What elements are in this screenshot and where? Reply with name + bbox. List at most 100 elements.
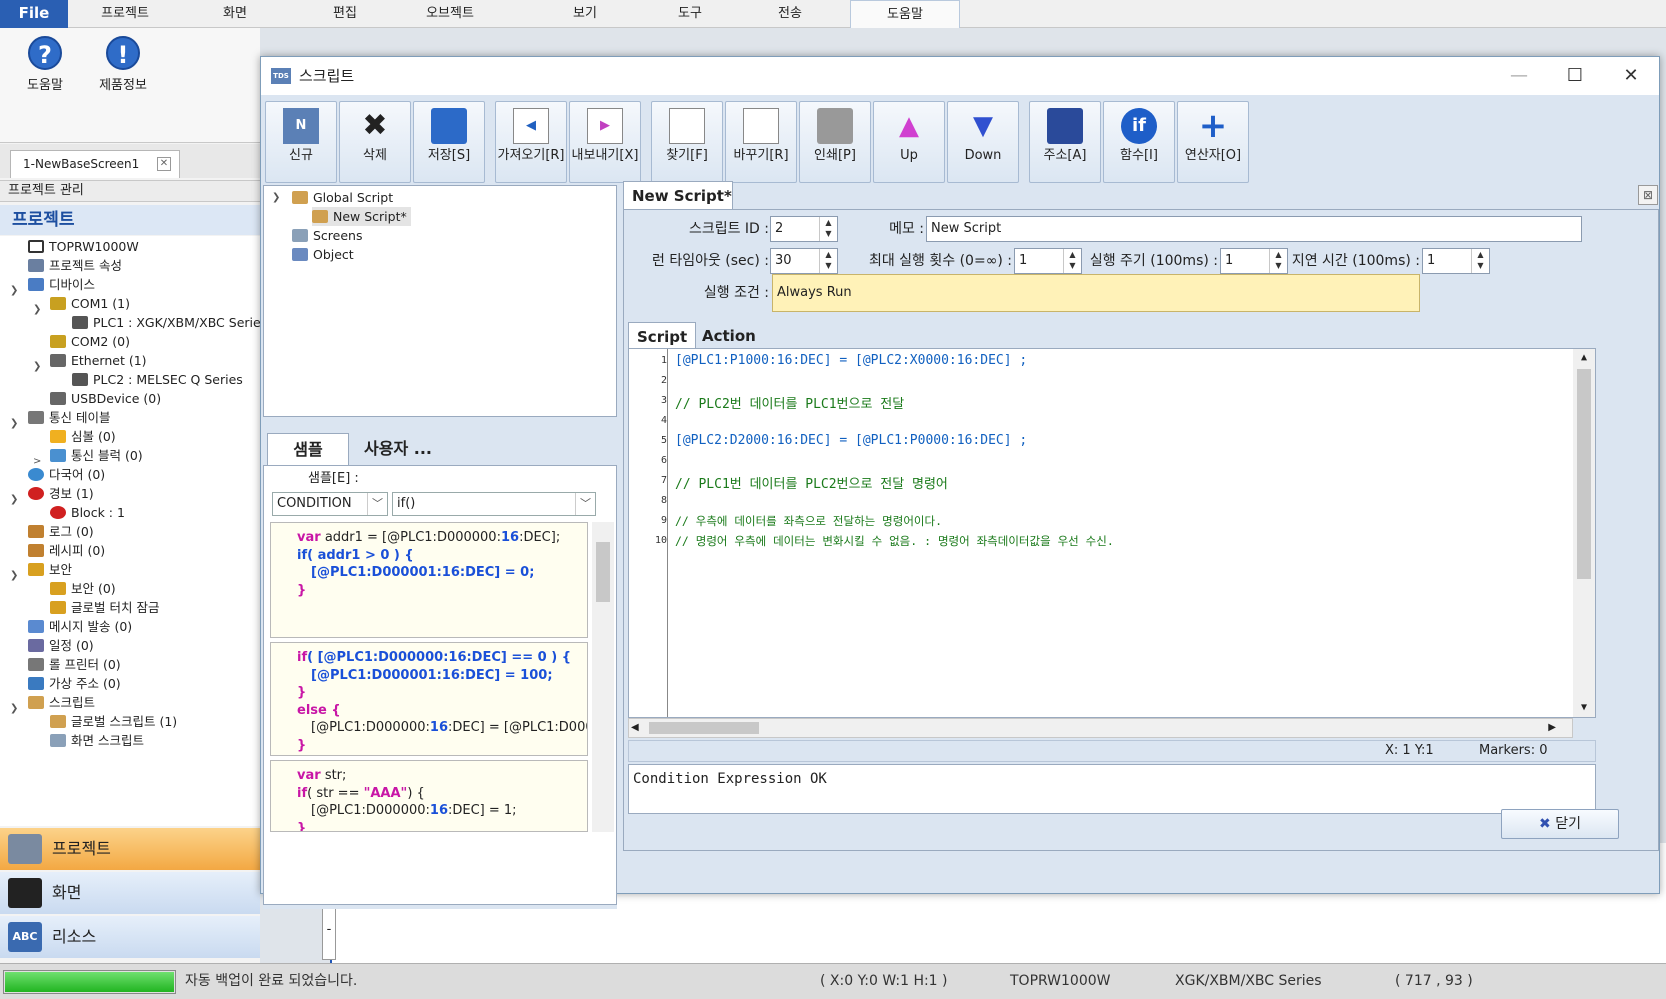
delete-button[interactable]: ✖ 삭제 — [339, 101, 411, 183]
tree-item-alarm[interactable]: 경보 (1) — [28, 484, 94, 503]
tree-item-usb[interactable]: USBDevice (0) — [50, 389, 161, 408]
tree-item-global-script[interactable]: 글로벌 스크립트 (1) — [50, 712, 177, 731]
scroll-thumb[interactable] — [1577, 369, 1591, 579]
nav-resource[interactable]: ABC 리소스 — [0, 916, 260, 958]
tree-item-script[interactable]: 스크립트 — [28, 693, 95, 712]
editor-horizontal-scrollbar[interactable]: ◀ ▶ — [628, 718, 1573, 738]
spinner-icon[interactable]: ▲ ▼ — [1063, 249, 1081, 273]
new-button[interactable]: N 신규 — [265, 101, 337, 183]
tree-item-log[interactable]: 로그 (0) — [28, 522, 94, 541]
tree-item-roll-printer[interactable]: 롤 프린터 (0) — [28, 655, 121, 674]
tree-item-screen-script[interactable]: 화면 스크립트 — [50, 731, 144, 750]
spinner-icon[interactable]: ▲ ▼ — [1471, 249, 1489, 273]
maximize-button[interactable]: ☐ — [1547, 57, 1603, 95]
export-button[interactable]: ▶ 내보내기[X] — [569, 101, 641, 183]
up-button[interactable]: ▲ Up — [873, 101, 945, 183]
save-button[interactable]: 저장[S] — [413, 101, 485, 183]
menu-object[interactable]: 오브젝트 — [410, 0, 490, 28]
tree-item-com1[interactable]: COM1 (1) — [50, 294, 130, 313]
menu-view[interactable]: 보기 — [555, 0, 615, 28]
editor-vertical-scrollbar[interactable]: ▲ ▼ — [1573, 349, 1595, 717]
tab-new-script[interactable]: New Script* — [623, 181, 733, 211]
tree-item-multilang[interactable]: 다국어 (0) — [28, 465, 105, 484]
tree-item-ethernet[interactable]: Ethernet (1) — [50, 351, 147, 370]
import-button[interactable]: ◀ 가져오기[R] — [495, 101, 567, 183]
spinner-icon[interactable]: ▲ ▼ — [819, 249, 837, 273]
scroll-thumb[interactable] — [649, 722, 759, 734]
code-editor[interactable]: 1 2 3 4 5 6 7 8 9 10 [@PLC1:P1000:16:DEC… — [628, 348, 1596, 718]
tree-object[interactable]: Object — [292, 245, 354, 264]
minimize-button[interactable]: — — [1491, 57, 1547, 95]
collapse-handle[interactable]: - — [322, 900, 336, 960]
tree-item-device[interactable]: 디바이스 — [28, 275, 95, 294]
menu-tools[interactable]: 도구 — [660, 0, 720, 28]
scroll-left-icon[interactable]: ◀ — [631, 719, 639, 737]
close-editor-icon[interactable]: ⊠ — [1638, 185, 1658, 205]
memo-field[interactable]: New Script — [926, 216, 1582, 242]
operator-button[interactable]: + 연산자[O] — [1177, 101, 1249, 183]
close-icon[interactable]: ✕ — [157, 157, 171, 171]
tree-item-plc1[interactable]: PLC1 : XGK/XBM/XBC Series — [72, 313, 267, 332]
screen-tab[interactable]: 1-NewBaseScreen1 ✕ — [10, 150, 180, 178]
help-button[interactable]: ? 도움말 — [10, 36, 80, 93]
tab-user[interactable]: 사용자 ... — [353, 433, 443, 465]
tree-new-script[interactable]: New Script* — [312, 207, 411, 226]
script-id-field[interactable]: 2 ▲ ▼ — [770, 216, 838, 242]
period-field[interactable]: 1 ▲ ▼ — [1220, 248, 1288, 274]
tree-item-alarm-block[interactable]: Block : 1 — [50, 503, 125, 522]
menu-project[interactable]: 프로젝트 — [90, 0, 160, 28]
tree-item-schedule[interactable]: 일정 (0) — [28, 636, 94, 655]
tree-item-topr[interactable]: TOPRW1000W — [28, 237, 139, 256]
address-button[interactable]: 주소[A] — [1029, 101, 1101, 183]
file-menu[interactable]: File — [0, 0, 68, 28]
tree-item-project-properties[interactable]: 프로젝트 속성 — [28, 256, 122, 275]
tree-item-virtual-address[interactable]: 가상 주소 (0) — [28, 674, 121, 693]
scroll-down-icon[interactable]: ▼ — [1573, 699, 1595, 717]
find-button[interactable]: 찾기[F] — [651, 101, 723, 183]
down-button[interactable]: ▼ Down — [947, 101, 1019, 183]
dialog-close-button[interactable]: ✖ 닫기 — [1501, 809, 1619, 839]
tree-item-security[interactable]: 보안 — [28, 560, 72, 579]
menu-help[interactable]: 도움말 — [850, 0, 960, 28]
tree-item-plc2[interactable]: PLC2 : MELSEC Q Series — [72, 370, 243, 389]
sample-snippet-string[interactable]: var str; if( str == "AAA") { [@PLC1:D000… — [270, 760, 588, 832]
tab-samples[interactable]: 샘플 — [267, 433, 349, 465]
tree-item-com2[interactable]: COM2 (0) — [50, 332, 130, 351]
expand-icon[interactable]: ❯ — [10, 418, 18, 429]
expand-icon[interactable]: ❯ — [10, 285, 18, 296]
tree-screens[interactable]: Screens — [292, 226, 363, 245]
tree-item-message[interactable]: 메시지 발송 (0) — [28, 617, 132, 636]
expand-icon[interactable]: ❯ — [10, 703, 18, 714]
tree-global-script[interactable]: Global Script — [292, 188, 393, 207]
scroll-up-icon[interactable]: ▲ — [1573, 349, 1595, 367]
function-button[interactable]: if 함수[I] — [1103, 101, 1175, 183]
maxrun-field[interactable]: 1 ▲ ▼ — [1014, 248, 1082, 274]
expand-icon[interactable]: ❯ — [10, 494, 18, 505]
menu-screen[interactable]: 화면 — [205, 0, 265, 28]
scroll-thumb[interactable] — [596, 542, 610, 602]
menu-edit[interactable]: 편집 — [315, 0, 375, 28]
tree-item-recipe[interactable]: 레시피 (0) — [28, 541, 105, 560]
condition-field[interactable]: Always Run — [772, 274, 1420, 312]
product-info-button[interactable]: ! 제품정보 — [88, 36, 158, 93]
close-window-button[interactable]: ✕ — [1603, 57, 1659, 95]
nav-project[interactable]: 프로젝트 — [0, 828, 260, 870]
expand-icon[interactable]: ❯ — [10, 570, 18, 581]
sample-snippet-if-else[interactable]: if( [@PLC1:D000000:16:DEC] == 0 ) { [@PL… — [270, 642, 588, 756]
menu-transfer[interactable]: 전송 — [760, 0, 820, 28]
runtimeout-field[interactable]: 30 ▲ ▼ — [770, 248, 838, 274]
expand-icon[interactable]: ❯ — [33, 361, 41, 372]
tree-item-symbol[interactable]: 심볼 (0) — [50, 427, 116, 446]
expand-icon[interactable]: ❯ — [33, 304, 41, 315]
tree-item-comm-table[interactable]: 통신 테이블 — [28, 408, 110, 427]
category-select[interactable]: CONDITION ﹀ — [272, 492, 388, 516]
replace-button[interactable]: 바꾸기[R] — [725, 101, 797, 183]
tab-action[interactable]: Action — [694, 322, 764, 350]
delay-field[interactable]: 1 ▲ ▼ — [1422, 248, 1490, 274]
tree-item-global-touch-lock[interactable]: 글로벌 터치 잠금 — [50, 598, 159, 617]
tab-script[interactable]: Script — [628, 322, 697, 350]
samples-scrollbar[interactable] — [592, 522, 614, 832]
spinner-icon[interactable]: ▲ ▼ — [1269, 249, 1287, 273]
spinner-icon[interactable]: ▲ ▼ — [819, 217, 837, 241]
tree-item-comm-block[interactable]: 통신 블럭 (0) — [50, 446, 143, 465]
